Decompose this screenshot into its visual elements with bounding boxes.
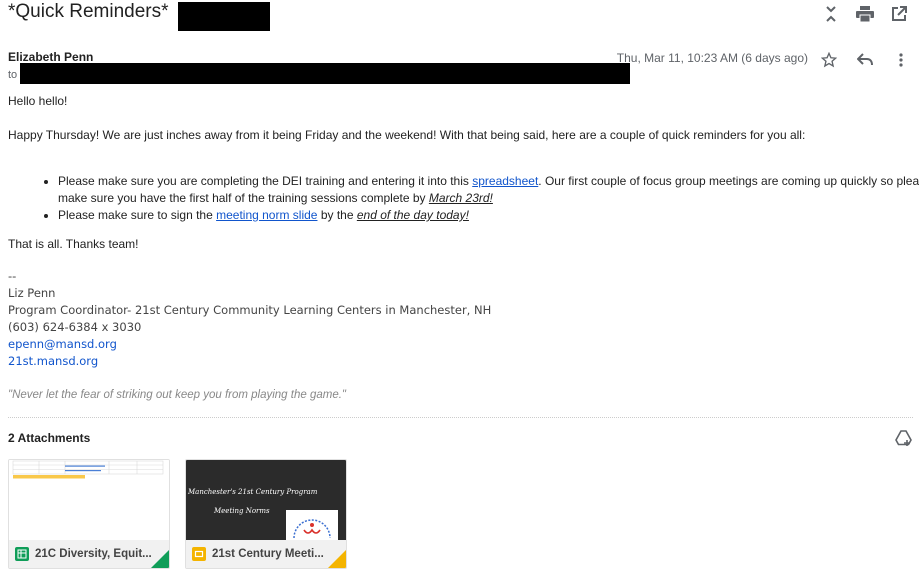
deadline-today: end of the day today! — [356, 208, 469, 222]
email-subject: *Quick Reminders* — [8, 1, 169, 22]
expand-all-icon[interactable] — [821, 4, 841, 24]
list-item: Please make sure you are completing the … — [58, 173, 919, 207]
thread-toolbar — [821, 4, 909, 24]
sender-name[interactable]: Elizabeth Penn — [8, 50, 93, 64]
print-icon[interactable] — [855, 4, 875, 24]
signature-email-link[interactable]: epenn@mansd.org — [8, 337, 117, 351]
slide-thumbnail: Manchester's 21st Century Program Meetin… — [186, 460, 346, 540]
attachments-title: 2 Attachments — [8, 431, 91, 445]
spreadsheet-link[interactable]: spreadsheet — [472, 174, 538, 188]
attachment-name: 21st Century Meeti... — [212, 548, 324, 560]
redacted-recipients — [20, 63, 630, 84]
attachments-divider — [8, 417, 913, 418]
signature-phone: (603) 624-6384 x 3030 — [8, 320, 142, 334]
intro-paragraph: Happy Thursday! We are just inches away … — [8, 128, 806, 142]
star-icon[interactable] — [819, 50, 839, 70]
signature-separator: -- — [8, 269, 17, 283]
attachment-card-slides[interactable]: Manchester's 21st Century Program Meetin… — [185, 459, 347, 569]
attachment-name: 21C Diversity, Equit... — [35, 548, 152, 560]
slide-title: Manchester's 21st Century Program — [188, 488, 318, 496]
message-actions — [819, 50, 911, 70]
list-item: Please make sure to sign the meeting nor… — [58, 207, 919, 224]
slides-icon — [192, 547, 206, 561]
add-to-drive-icon[interactable] — [895, 430, 913, 451]
bullet1-text: Please make sure you are completing the … — [58, 174, 473, 188]
signature-website-link[interactable]: 21st.mansd.org — [8, 354, 98, 368]
attachment-card-sheets[interactable]: 21C Diversity, Equit... — [8, 459, 170, 569]
redacted-subject — [178, 2, 270, 31]
more-options-icon[interactable] — [891, 50, 911, 70]
meeting-norm-slide-link[interactable]: meeting norm slide — [216, 208, 317, 222]
reply-icon[interactable] — [855, 50, 875, 70]
signature-name: Liz Penn — [8, 286, 56, 300]
attachment-footer: 21st Century Meeti... — [186, 540, 346, 568]
slides-corner-badge — [328, 550, 346, 568]
signature-quote: "Never let the fear of striking out keep… — [8, 389, 347, 401]
sent-date: Thu, Mar 11, 10:23 AM (6 days ago) — [616, 51, 808, 65]
attachment-footer: 21C Diversity, Equit... — [9, 540, 169, 568]
sheets-icon — [15, 547, 29, 561]
reminder-list: Please make sure you are completing the … — [8, 173, 919, 224]
slide-subtitle: Meeting Norms — [214, 507, 270, 515]
program-logo — [286, 510, 338, 540]
signature: -- Liz Penn Program Coordinator- 21st Ce… — [8, 268, 491, 370]
deadline-date: March 23rd! — [428, 191, 493, 205]
greeting: Hello hello! — [8, 94, 68, 108]
open-in-new-window-icon[interactable] — [889, 4, 909, 24]
bullet2-text: Please make sure to sign the — [58, 208, 217, 222]
sheets-corner-badge — [151, 550, 169, 568]
recipient-label: to — [8, 69, 18, 81]
closing-line: That is all. Thanks team! — [8, 237, 139, 251]
spreadsheet-thumbnail — [9, 460, 169, 540]
bullet2-text-cont: by the — [317, 208, 357, 222]
signature-title: Program Coordinator- 21st Century Commun… — [8, 303, 492, 317]
